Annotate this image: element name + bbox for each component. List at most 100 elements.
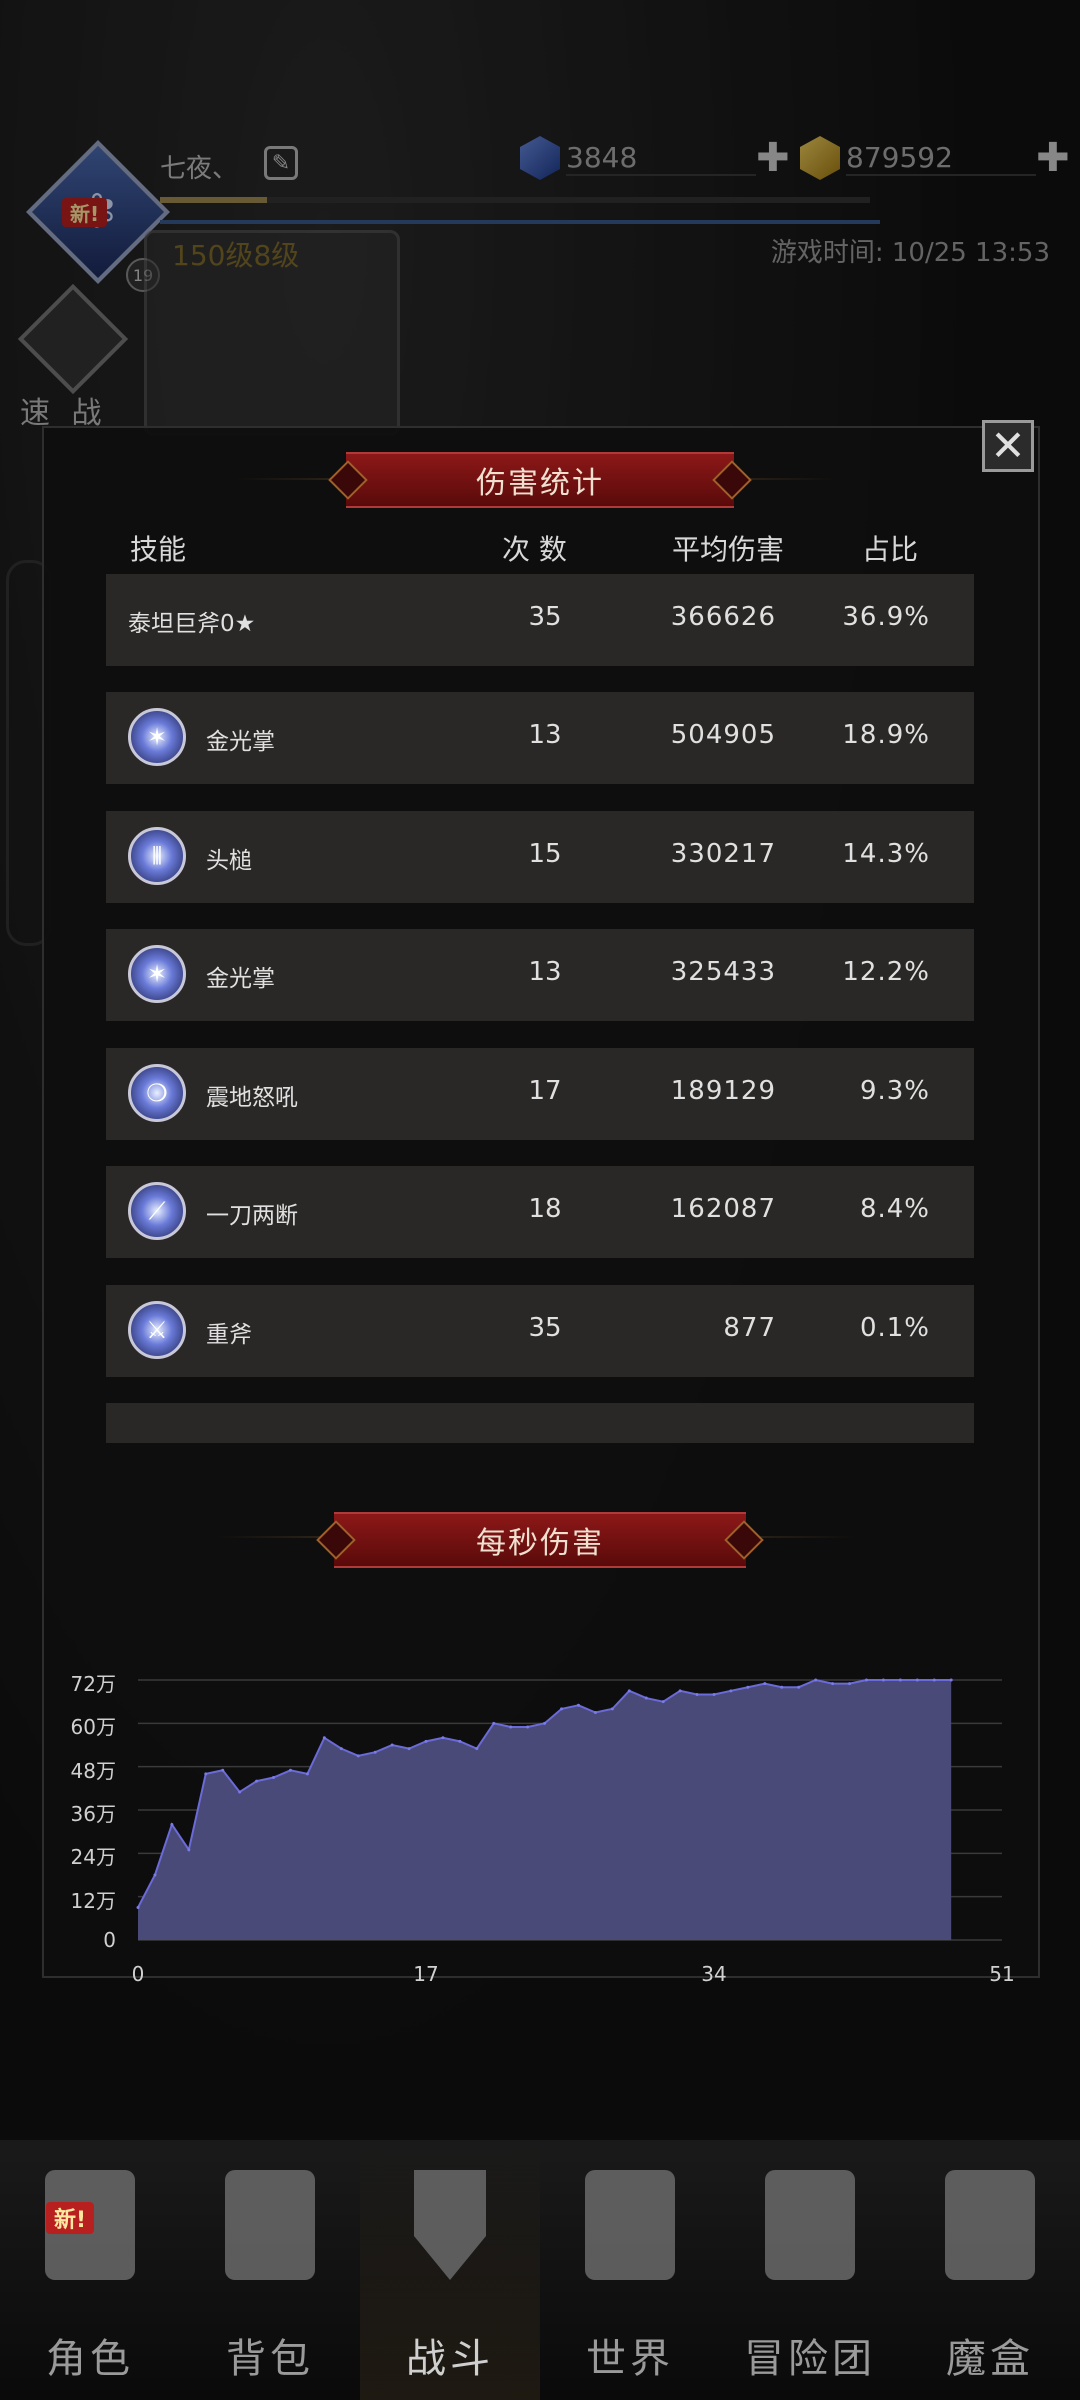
dps-point [390,1743,394,1747]
table-row[interactable]: 泰坦巨斧0★ 35 366626 36.9% [106,574,974,666]
table-row-partial[interactable] [106,1403,974,1443]
skill-count: 35 [528,1313,562,1343]
skill-percent: 9.3% [859,1076,930,1106]
table-row[interactable]: ✶ 金光掌 13 325433 12.2% [106,929,974,1021]
skill-percent: 0.1% [859,1313,930,1343]
close-button[interactable]: ✕ [982,420,1034,472]
dps-point [814,1678,818,1682]
dps-point [187,1848,191,1852]
skill-avg-damage: 330217 [670,839,776,869]
dps-point [288,1768,292,1772]
skill-avg-damage: 877 [723,1313,776,1343]
dps-plot [136,1678,1002,1941]
dps-point [644,1696,648,1700]
table-row[interactable]: ⚔ 重斧 35 877 0.1% [106,1285,974,1377]
dps-point [424,1739,428,1743]
skill-count: 13 [528,720,562,750]
dps-point [610,1707,614,1711]
nav-tab-backpack[interactable]: 背包 [180,2140,360,2400]
axe-icon: ⚔ [128,1301,186,1359]
skill-name: 金光掌 [206,729,275,755]
nav-label: 魔盒 [946,2336,1034,2382]
dps-point [305,1772,309,1776]
nav-tab-character[interactable]: 新! 角色 [0,2140,180,2400]
skill-name: 金光掌 [206,966,275,992]
x-tick-label: 17 [413,1962,439,1986]
dps-title: 每秒伤害 [334,1512,746,1568]
skill-avg-damage: 366626 [670,602,776,632]
dps-point [221,1768,225,1772]
nav-label: 世界 [586,2336,674,2382]
roar-icon: ❍ [128,1064,186,1122]
header-skill: 技能 [130,533,187,566]
dps-point [560,1707,564,1711]
burst-icon: ✶ [128,708,186,766]
skill-percent: 8.4% [859,1194,930,1224]
dps-point [831,1682,835,1686]
dps-point [729,1689,733,1693]
skill-avg-damage: 189129 [670,1076,776,1106]
dps-point [526,1725,530,1729]
nav-tab-magic-box[interactable]: 魔盒 [900,2140,1080,2400]
dps-point [627,1689,631,1693]
nav-tab-battle[interactable]: 战斗 [360,2140,540,2400]
dps-point [949,1678,953,1682]
dps-point [255,1779,259,1783]
skill-percent: 36.9% [842,602,930,632]
header-avg-damage: 平均伤害 [672,533,785,566]
cube-icon [945,2170,1035,2280]
dps-point [712,1692,716,1696]
dps-point [339,1747,343,1751]
dps-point [441,1736,445,1740]
table-row[interactable]: ❍ 震地怒吼 17 189129 9.3% [106,1048,974,1140]
dps-point [407,1747,411,1751]
nav-tab-adventure-team[interactable]: 冒险团 [720,2140,900,2400]
dps-point [492,1721,496,1725]
skill-percent: 12.2% [842,957,930,987]
dps-point [272,1776,276,1779]
dps-point [136,1906,140,1909]
dps-point [458,1739,462,1743]
backpack-icon [225,2170,315,2280]
bottom-nav: 新! 角色 背包 战斗 世界 冒险团 魔盒 [0,2140,1080,2400]
table-row[interactable]: ⟋ 一刀两断 18 162087 8.4% [106,1166,974,1258]
skill-name: 头槌 [206,848,252,874]
skill-avg-damage: 504905 [670,720,776,750]
skill-avg-damage: 325433 [670,957,776,987]
dps-point [678,1689,682,1693]
dps-point [898,1678,902,1682]
dps-point [356,1754,360,1758]
skill-percent: 14.3% [842,839,930,869]
dps-point [746,1685,750,1689]
dps-point [204,1772,208,1776]
dps-point [593,1711,597,1714]
dps-point [543,1721,547,1725]
claw-icon: ⫴ [128,827,186,885]
header-count: 次 数 [502,533,567,566]
dialog-title: 伤害统计 [346,452,734,508]
table-row[interactable]: ⫴ 头槌 15 330217 14.3% [106,811,974,903]
dps-point [848,1682,852,1686]
dps-point [780,1685,784,1689]
skill-count: 18 [528,1194,562,1224]
dps-point [915,1678,919,1682]
x-tick-label: 34 [701,1962,727,1986]
dps-point [170,1822,174,1826]
skill-name: 一刀两断 [206,1203,298,1229]
dps-area [138,1680,952,1940]
skill-percent: 18.9% [842,720,930,750]
table-row[interactable]: ✶ 金光掌 13 504905 18.9% [106,692,974,784]
x-tick-label: 51 [989,1962,1015,1986]
skill-count: 13 [528,957,562,987]
dps-point [238,1790,242,1794]
dps-point [864,1678,868,1682]
dps-chart: 0 12万 24万 36万 48万 60万 72万 0 17 34 51 [60,1660,1020,2000]
dps-point [881,1678,885,1682]
skill-name: 重斧 [206,1322,252,1348]
nav-label: 战斗 [406,2336,494,2382]
dps-point [661,1700,665,1704]
nav-tab-world[interactable]: 世界 [540,2140,720,2400]
dps-point [797,1685,801,1689]
dps-point [695,1692,699,1696]
slash-icon: ⟋ [128,1182,186,1240]
